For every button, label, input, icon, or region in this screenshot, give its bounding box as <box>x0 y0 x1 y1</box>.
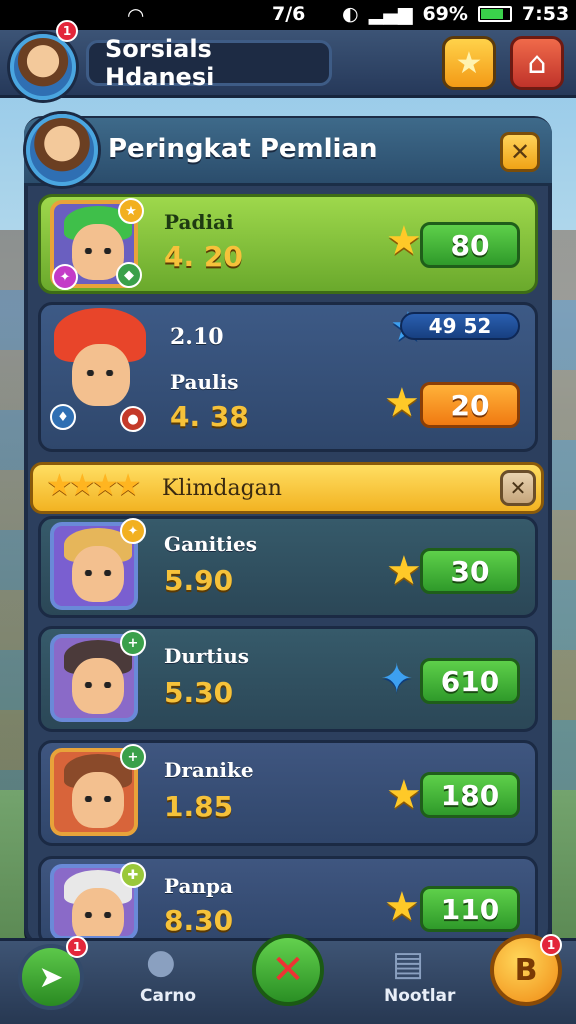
portrait-eyes <box>82 796 114 802</box>
class-badge-icon: ✦ <box>52 264 78 290</box>
status-right: ◐ ▂▄▆ 69% 7:53 <box>342 3 569 25</box>
gift-icon: ⌂ <box>527 45 547 81</box>
portrait-eyes <box>82 570 114 576</box>
portrait-eyes <box>82 248 114 254</box>
panel-avatar <box>26 114 98 186</box>
player-score: 80 <box>420 222 520 268</box>
battery-percent: 69% <box>422 3 468 25</box>
player-name: Paulis <box>170 370 239 394</box>
panel-title: Peringkat Pemlian <box>108 134 378 164</box>
header-title: Sorsials Hdanesi <box>86 35 332 91</box>
player-value: 5.30 <box>164 676 234 709</box>
star-icon: ★ <box>386 772 422 818</box>
status-bar: ◠ 7/6 ◐ ▂▄▆ 69% 7:53 <box>0 0 576 30</box>
portrait-eyes <box>82 912 114 918</box>
profile-avatar[interactable] <box>10 34 76 100</box>
player-name: Durtius <box>164 644 250 668</box>
rank-points-pill: 49 52 <box>400 312 520 340</box>
favorites-star-button[interactable]: ★ <box>442 36 496 90</box>
element-badge-icon: ● <box>120 406 146 432</box>
class-badge-icon: ♦ <box>50 404 76 430</box>
nav-home-badge: 1 <box>66 936 88 958</box>
rank-badge-icon: + <box>120 744 146 770</box>
section-title: Klimdagan <box>162 476 282 501</box>
player-score: 110 <box>420 886 520 932</box>
portrait-eyes <box>82 682 114 688</box>
star-icon: ★ <box>384 884 420 930</box>
element-badge-icon: ◆ <box>116 262 142 288</box>
person-icon[interactable]: ● <box>146 942 176 982</box>
signal-icon: ▂▄▆ <box>368 3 413 25</box>
player-score: 180 <box>420 772 520 818</box>
wifi-icon: ◠ <box>128 3 144 27</box>
rank-badge-icon: ★ <box>118 198 144 224</box>
coin-badge: 1 <box>540 934 562 956</box>
player-score: 30 <box>420 548 520 594</box>
star-icon: ★ <box>384 380 420 426</box>
player-value: 4. 38 <box>170 400 249 433</box>
arrow-icon: ➤ <box>38 959 64 995</box>
player-name: Panpa <box>164 874 233 898</box>
rank-badge-icon: + <box>120 630 146 656</box>
nav-close-button[interactable]: ✕ <box>252 934 324 1006</box>
avatar-notification-badge: 1 <box>56 20 78 42</box>
panel-close-button[interactable]: ✕ <box>500 132 540 172</box>
star-icon: ★ <box>386 218 422 264</box>
rank-badge-icon: ✚ <box>120 862 146 888</box>
player-name: Ganities <box>164 532 257 556</box>
star-icon: ★ <box>455 45 483 81</box>
section-close-button[interactable]: ✕ <box>500 470 536 506</box>
rank-badge-icon: ✦ <box>120 518 146 544</box>
player-name: Padiai <box>164 210 234 234</box>
player-value: 5.90 <box>164 564 234 597</box>
battery-icon <box>477 6 512 22</box>
book-icon[interactable]: ▤ <box>392 944 424 984</box>
crystal-icon: ✦ <box>380 656 414 702</box>
player-score: 610 <box>420 658 520 704</box>
status-date: 7/6 <box>272 3 306 25</box>
gift-button[interactable]: ⌂ <box>510 36 564 90</box>
x-icon: ✕ <box>271 947 305 993</box>
star-icon: ★ <box>386 548 422 594</box>
player-value: 1.85 <box>164 790 234 823</box>
nav-label-nootlar[interactable]: Nootlar <box>384 986 455 1006</box>
player-extra-value: 2.10 <box>170 324 224 350</box>
do-not-disturb-icon: ◐ <box>342 3 359 25</box>
player-value: 4. 20 <box>164 240 243 273</box>
portrait-eyes <box>84 370 116 376</box>
banner-stars-icon: ★★★★ <box>46 468 142 503</box>
status-time: 7:53 <box>521 3 570 25</box>
player-name: Dranike <box>164 758 254 782</box>
nav-label-carno[interactable]: Carno <box>140 986 196 1006</box>
player-score: 20 <box>420 382 520 428</box>
player-value: 8.30 <box>164 904 234 937</box>
